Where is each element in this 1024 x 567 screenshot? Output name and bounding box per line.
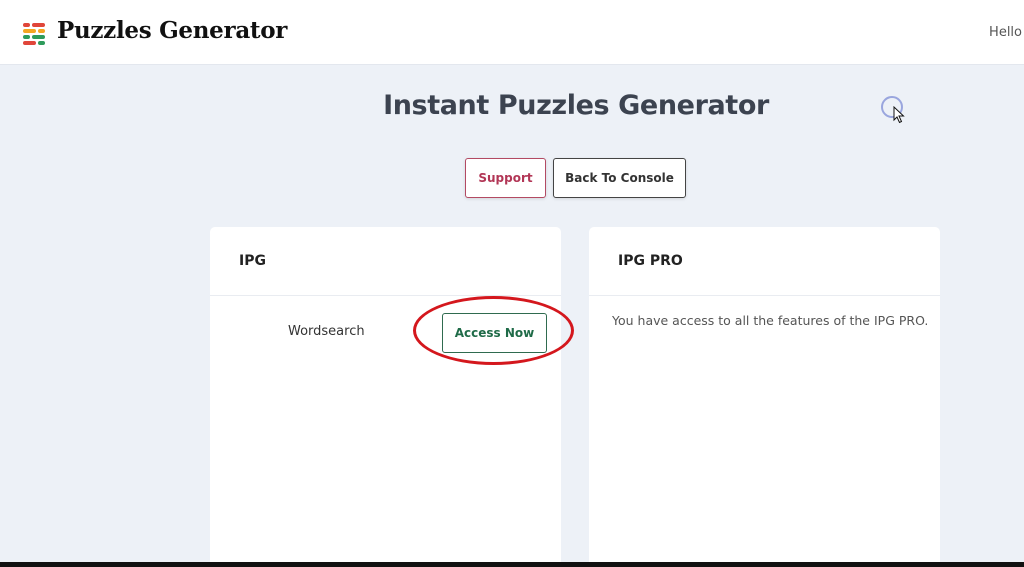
ipg-pro-card-title: IPG PRO	[589, 227, 940, 296]
navbar: Puzzles Generator Hello	[0, 4, 1024, 65]
red-highlight-ellipse	[413, 296, 574, 365]
ipg-pro-description: You have access to all the features of t…	[612, 313, 929, 328]
logo-icon[interactable]	[23, 23, 45, 45]
ipg-pro-card: IPG PRO You have access to all the featu…	[589, 227, 940, 567]
page-title: Instant Puzzles Generator	[383, 90, 769, 121]
support-button[interactable]: Support	[465, 158, 546, 198]
mouse-cursor-icon	[893, 106, 905, 124]
brand-name[interactable]: Puzzles Generator	[57, 17, 287, 44]
ipg-card: IPG Wordsearch Access Now	[210, 227, 561, 567]
back-to-console-button[interactable]: Back To Console	[553, 158, 686, 198]
user-greeting[interactable]: Hello	[989, 25, 1022, 40]
wordsearch-label: Wordsearch	[288, 324, 365, 339]
ipg-card-title: IPG	[210, 227, 561, 296]
bottom-edge-bar	[0, 562, 1024, 567]
